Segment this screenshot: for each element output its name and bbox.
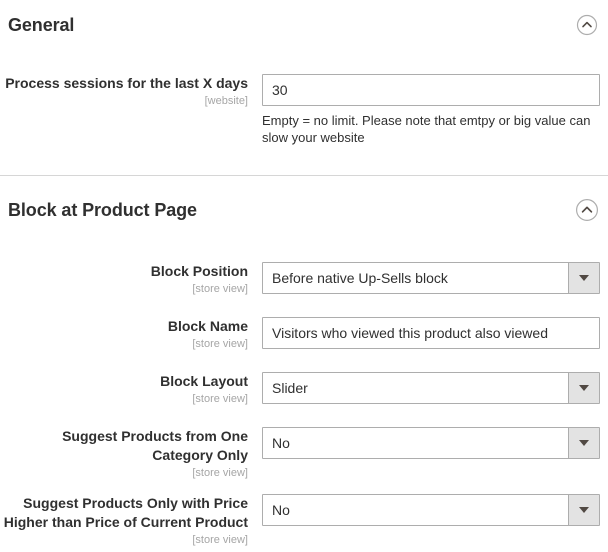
section-header-general[interactable]: General — [0, 12, 608, 38]
field-label-col: Block Position [store view] — [0, 262, 262, 296]
field-label-suggest-higher-price: Suggest Products Only with Price Higher … — [3, 495, 248, 530]
field-label-col: Suggest Products Only with Price Higher … — [0, 494, 262, 547]
field-row-process-sessions: Process sessions for the last X days [we… — [0, 74, 608, 146]
suggest-higher-price-select[interactable]: No — [262, 494, 600, 526]
field-row-block-layout: Block Layout [store view] Slider — [0, 372, 608, 406]
process-sessions-helper-note: Empty = no limit. Please note that emtpy… — [262, 113, 591, 145]
field-label-col: Suggest Products from One Category Only … — [0, 427, 262, 480]
suggest-one-category-selected-value: No — [263, 428, 568, 458]
field-scope-suggest-higher-price: [store view] — [192, 534, 248, 546]
chevron-up-circle-icon[interactable] — [574, 197, 600, 223]
field-label-block-name: Block Name — [167, 318, 248, 334]
process-sessions-input[interactable] — [262, 74, 600, 106]
section-header-block-at-product-page[interactable]: Block at Product Page — [0, 197, 608, 223]
field-label-suggest-one-category: Suggest Products from One Category Only — [62, 428, 248, 463]
suggest-one-category-select[interactable]: No — [262, 427, 600, 459]
field-scope-block-layout: [store view] — [192, 393, 248, 405]
field-control-col: No — [262, 494, 608, 526]
field-control-col: Before native Up-Sells block — [262, 262, 608, 294]
block-name-input[interactable] — [262, 317, 600, 349]
chevron-down-icon[interactable] — [568, 428, 599, 458]
config-form-page: General Process sessions for the last X … — [0, 0, 608, 552]
field-scope-process-sessions: [website] — [204, 95, 248, 107]
block-layout-selected-value: Slider — [263, 373, 568, 403]
field-scope-block-name: [store view] — [192, 338, 248, 350]
field-row-block-position: Block Position [store view] Before nativ… — [0, 262, 608, 296]
chevron-up-circle-icon[interactable] — [574, 12, 600, 38]
field-row-suggest-one-category: Suggest Products from One Category Only … — [0, 427, 608, 480]
suggest-higher-price-selected-value: No — [263, 495, 568, 525]
field-label-col: Block Name [store view] — [0, 317, 262, 351]
section-divider — [0, 175, 608, 176]
chevron-down-icon[interactable] — [568, 495, 599, 525]
block-layout-select[interactable]: Slider — [262, 372, 600, 404]
field-label-block-layout: Block Layout — [160, 373, 248, 389]
block-position-selected-value: Before native Up-Sells block — [263, 263, 568, 293]
field-control-col: No — [262, 427, 608, 459]
block-position-select[interactable]: Before native Up-Sells block — [262, 262, 600, 294]
field-control-col: Slider — [262, 372, 608, 404]
field-row-suggest-higher-price: Suggest Products Only with Price Higher … — [0, 494, 608, 547]
field-control-col: Empty = no limit. Please note that emtpy… — [262, 74, 608, 146]
section-title-general: General — [8, 15, 75, 35]
field-scope-block-position: [store view] — [192, 283, 248, 295]
field-control-col — [262, 317, 608, 349]
chevron-down-icon[interactable] — [568, 263, 599, 293]
field-label-col: Process sessions for the last X days [we… — [0, 74, 262, 108]
field-label-col: Block Layout [store view] — [0, 372, 262, 406]
field-scope-suggest-one-category: [store view] — [192, 467, 248, 479]
chevron-down-icon[interactable] — [568, 373, 599, 403]
field-label-process-sessions: Process sessions for the last X days — [5, 75, 248, 91]
field-label-block-position: Block Position — [150, 263, 248, 279]
section-title-block-at-product-page: Block at Product Page — [8, 200, 197, 220]
field-row-block-name: Block Name [store view] — [0, 317, 608, 351]
